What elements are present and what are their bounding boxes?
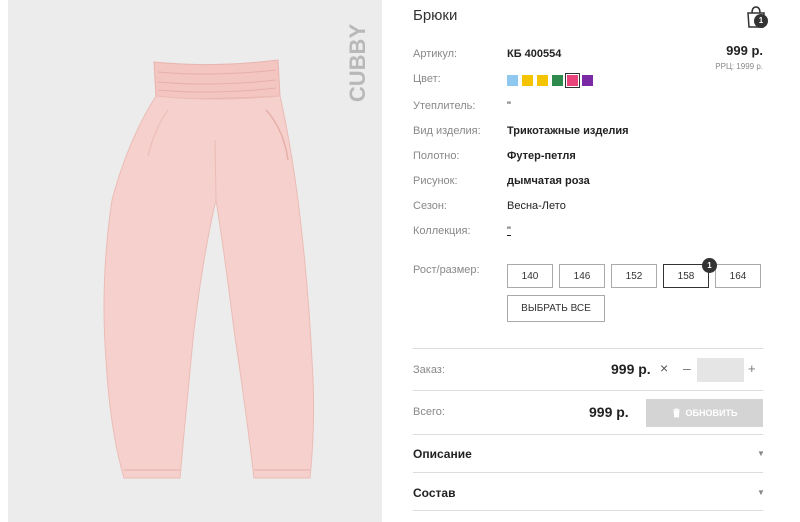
increase-quantity-button[interactable]: +	[748, 361, 756, 376]
collection-label: Коллекция:	[413, 225, 471, 237]
color-swatch[interactable]	[522, 75, 533, 86]
color-swatch[interactable]	[582, 75, 593, 86]
select-all-sizes-button[interactable]: ВЫБРАТЬ ВСЕ	[507, 295, 605, 322]
product-type-label: Вид изделия:	[413, 125, 481, 137]
color-swatch[interactable]	[552, 75, 563, 86]
order-label: Заказ:	[413, 364, 445, 376]
size-options: 140 146 152 158 164	[507, 264, 761, 288]
collection-value[interactable]: "	[507, 225, 511, 237]
product-image[interactable]: CUBBY	[8, 0, 382, 522]
color-swatch[interactable]	[537, 75, 548, 86]
season-label: Сезон:	[413, 200, 447, 212]
size-option-140[interactable]: 140	[507, 264, 553, 288]
size-option-152[interactable]: 152	[611, 264, 657, 288]
divider	[413, 348, 763, 349]
article-label: Артикул:	[413, 48, 458, 60]
article-value: КБ 400554	[507, 48, 562, 60]
cart-count-badge: 1	[754, 14, 768, 28]
divider	[413, 472, 763, 473]
fabric-label: Полотно:	[413, 150, 460, 162]
multiply-icon: ×	[660, 360, 669, 376]
chevron-down-icon[interactable]: ▼	[757, 449, 765, 458]
composition-accordion[interactable]: Состав	[413, 486, 455, 500]
color-swatch[interactable]	[565, 73, 580, 88]
product-price: 999 р.	[726, 43, 763, 58]
update-button[interactable]: ОБНОВИТЬ	[646, 399, 763, 427]
divider	[413, 390, 763, 391]
product-type-value: Трикотажные изделия	[507, 125, 629, 137]
pants-illustration	[103, 59, 315, 479]
total-label: Всего:	[413, 406, 445, 418]
rrp-price: РРЦ: 1999 р.	[715, 62, 763, 71]
divider	[413, 434, 763, 435]
quantity-input[interactable]	[697, 358, 744, 382]
svg-text:CUBBY: CUBBY	[345, 24, 370, 103]
color-swatch[interactable]	[507, 75, 518, 86]
size-count-badge: 1	[702, 258, 717, 273]
chevron-down-icon[interactable]: ▼	[757, 488, 765, 497]
update-button-label: ОБНОВИТЬ	[685, 408, 738, 418]
brand-logo: CUBBY	[345, 24, 370, 103]
color-swatches	[507, 73, 593, 88]
size-option-164[interactable]: 164	[715, 264, 761, 288]
season-value: Весна-Лето	[507, 200, 566, 212]
color-label: Цвет:	[413, 73, 441, 85]
divider	[413, 510, 763, 511]
insulation-value: "	[507, 100, 511, 112]
description-accordion[interactable]: Описание	[413, 447, 472, 461]
pattern-label: Рисунок:	[413, 175, 458, 187]
pattern-value: дымчатая роза	[507, 175, 590, 187]
size-label: Рост/размер:	[413, 264, 480, 276]
decrease-quantity-button[interactable]: –	[683, 360, 691, 376]
total-price: 999 р.	[589, 404, 629, 420]
size-option-146[interactable]: 146	[559, 264, 605, 288]
insulation-label: Утеплитель:	[413, 100, 476, 112]
order-price: 999 р.	[611, 361, 651, 377]
trash-icon	[672, 408, 680, 418]
fabric-value: Футер-петля	[507, 150, 576, 162]
product-title: Брюки	[413, 7, 458, 24]
